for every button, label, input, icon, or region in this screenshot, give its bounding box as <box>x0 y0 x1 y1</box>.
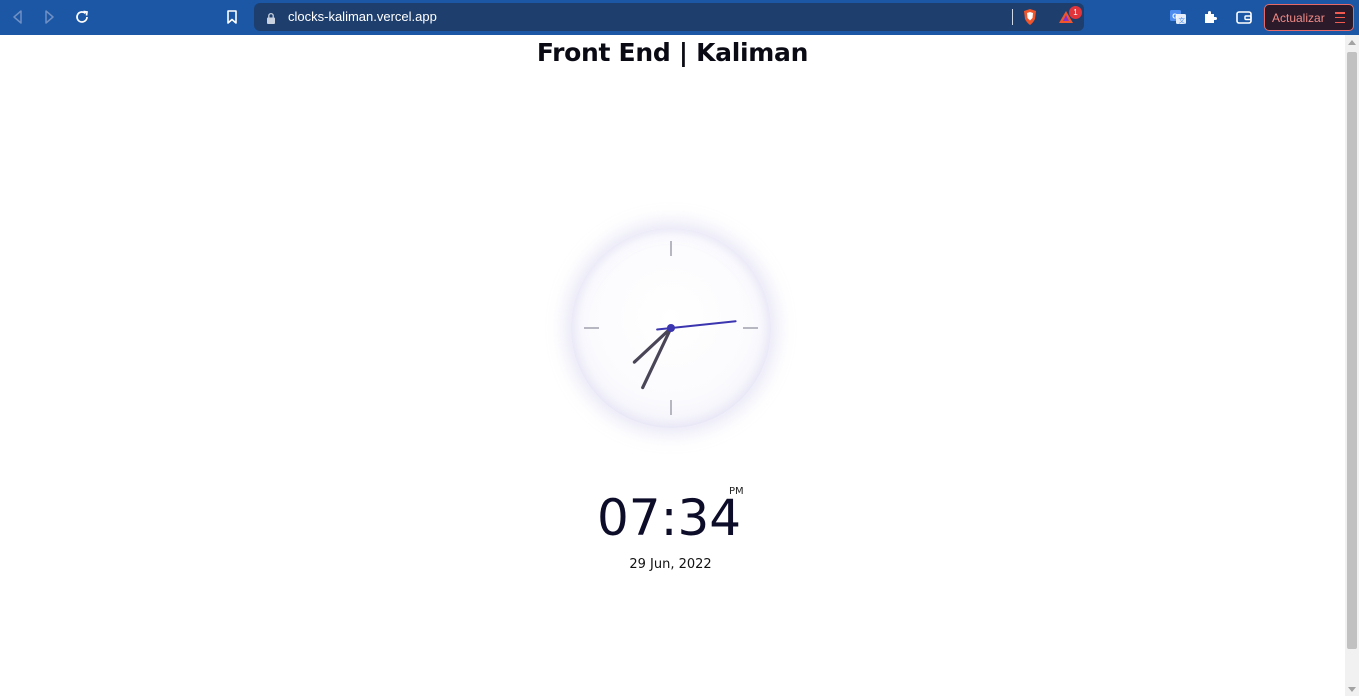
forward-icon[interactable] <box>38 6 60 28</box>
hour-hand <box>632 326 673 364</box>
page-title: Front End | Kaliman <box>536 38 809 67</box>
extensions-icon[interactable] <box>1199 6 1221 28</box>
url-separator <box>1012 9 1013 25</box>
brave-shield-icon[interactable] <box>1022 8 1038 30</box>
menu-icon <box>1335 12 1345 23</box>
minute-hand <box>641 326 673 390</box>
svg-text:G: G <box>1172 14 1178 21</box>
am-pm-indicator: PM <box>729 486 744 497</box>
scrollbar-thumb[interactable] <box>1347 52 1357 649</box>
svg-text:文: 文 <box>1179 15 1186 24</box>
analog-clock <box>584 241 758 415</box>
bookmark-icon[interactable] <box>221 6 243 28</box>
lock-icon <box>266 10 276 29</box>
digital-time: 07:34 <box>597 489 742 547</box>
reload-icon[interactable] <box>71 6 93 28</box>
scroll-up-icon[interactable] <box>1348 40 1356 45</box>
scroll-down-icon[interactable] <box>1348 687 1356 692</box>
url-text: clocks-kaliman.vercel.app <box>288 9 437 24</box>
address-bar[interactable]: clocks-kaliman.vercel.app <box>254 3 1084 31</box>
update-label: Actualizar <box>1272 10 1325 25</box>
clock-center-dot <box>667 324 675 332</box>
update-button[interactable]: Actualizar <box>1264 4 1354 31</box>
current-date: 29 Jun, 2022 <box>629 557 712 572</box>
wallet-icon[interactable] <box>1233 6 1255 28</box>
back-icon[interactable] <box>7 6 29 28</box>
translate-icon[interactable]: G文 <box>1167 6 1189 28</box>
notification-badge: 1 <box>1069 6 1082 19</box>
browser-toolbar: clocks-kaliman.vercel.app 1 G文 Actualiza… <box>0 0 1359 35</box>
